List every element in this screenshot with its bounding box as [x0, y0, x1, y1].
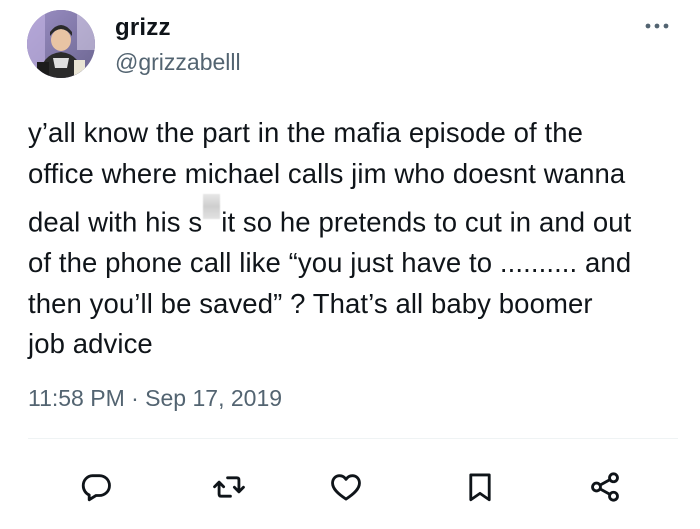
- bookmark-icon: [469, 473, 491, 502]
- tweet-line-fragment: deal with his s: [28, 206, 203, 238]
- tweet-line: of the phone call like “you just have to…: [28, 247, 632, 278]
- like-button[interactable]: [318, 459, 374, 515]
- profile-photo-icon: [27, 10, 95, 78]
- tweet-line: deal with his shit so he pretends to cut…: [28, 194, 678, 243]
- censored-letter: h: [203, 194, 221, 219]
- reply-icon: [81, 474, 111, 502]
- share-button[interactable]: [577, 459, 633, 515]
- display-name[interactable]: grizz: [115, 14, 171, 42]
- divider: [28, 438, 678, 439]
- retweet-button[interactable]: [201, 459, 257, 515]
- user-handle[interactable]: @grizzabelll: [115, 49, 241, 76]
- tweet-line: y’all know the part in the mafia episode…: [28, 117, 584, 148]
- tweet-actions: [0, 459, 700, 515]
- tweet-text: y’all know the part in the mafia episode…: [28, 113, 678, 365]
- tweet-card: grizz @grizzabelll y’all know the part i…: [0, 0, 700, 529]
- tweet-line-fragment: it so he pretends to cut in and out: [221, 206, 632, 238]
- more-icon: [645, 23, 669, 29]
- tweet-line: office where michael calls jim who doesn…: [28, 157, 626, 189]
- retweet-icon: [213, 476, 245, 498]
- more-options-button[interactable]: [642, 14, 672, 38]
- share-icon: [591, 472, 619, 502]
- tweet-line: then you’ll be saved” ? That’s all baby …: [28, 287, 593, 319]
- tweet-line: job advice: [28, 328, 153, 359]
- reply-button[interactable]: [68, 459, 124, 515]
- heart-icon: [331, 474, 361, 501]
- tweet-timestamp[interactable]: 11:58 PM · Sep 17, 2019: [28, 385, 282, 412]
- bookmark-button[interactable]: [452, 459, 508, 515]
- avatar[interactable]: [27, 10, 95, 78]
